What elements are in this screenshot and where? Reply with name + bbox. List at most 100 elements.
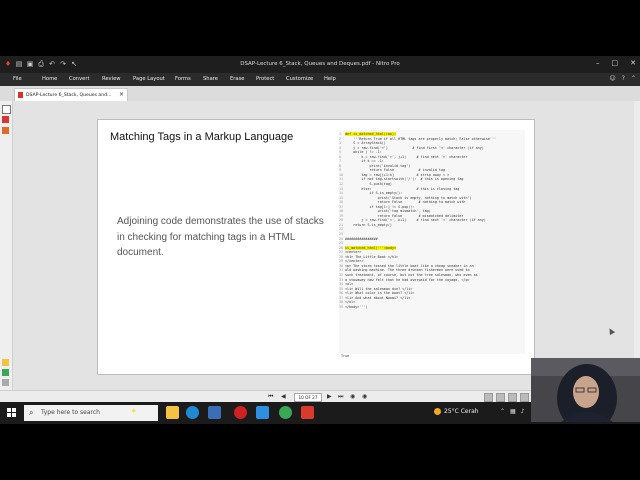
left-panel-strip [0, 101, 13, 395]
code-listing: 1 def is_matched_html(raw): 2 '''Return Tr… [339, 130, 525, 354]
single-page-view-icon[interactable] [484, 393, 493, 402]
help-icon[interactable]: ? [622, 75, 625, 82]
code-line-text: if k == -1: [345, 159, 384, 164]
code-line-text: such treatment, of course, but not the t… [345, 272, 478, 277]
attachments-icon[interactable] [2, 359, 9, 366]
signatures-icon[interactable] [2, 369, 9, 376]
code-line-text: print('Stack is empty, nothing to match … [345, 195, 472, 200]
view-mode-buttons [484, 393, 529, 402]
sparkle-icon[interactable]: ✦ [130, 406, 143, 419]
code-line-text: <center> [345, 250, 362, 255]
facing-view-icon[interactable] [508, 393, 517, 402]
menu-page-layout[interactable]: Page Layout [133, 76, 165, 82]
document-view[interactable]: Matching Tags in a Markup Language Adjoi… [13, 101, 640, 395]
code-line-text: <ol> [345, 282, 354, 287]
vscode-icon[interactable] [256, 406, 269, 419]
slide-title: Matching Tags in a Markup Language [110, 131, 294, 143]
tray-overflow-icon[interactable]: ⌃ [500, 408, 505, 415]
account-icon[interactable]: ☺ [610, 75, 616, 82]
code-line-text: a stowaway now felt that he had overpaid… [345, 277, 470, 282]
pages-panel-icon[interactable] [2, 105, 11, 114]
code-line-text: tag = raw[j+1:k] # strip away < > [345, 172, 450, 177]
nitro-icon[interactable] [301, 406, 314, 419]
code-line-text: if not tag.startswith('/'): # this is op… [345, 177, 464, 182]
slide-page: Matching Tags in a Markup Language Adjoi… [97, 119, 535, 375]
menu-customize[interactable]: Customize [286, 76, 313, 82]
code-line-text: old washing machine. The three drunken f… [345, 268, 470, 273]
code-line-text: return False # invalid tag [345, 168, 446, 173]
bookmarks-icon[interactable] [2, 116, 9, 123]
page-number-input[interactable]: 10 OF 27 [294, 393, 322, 402]
code-line-text: </body>''') [345, 304, 368, 309]
file-explorer-icon[interactable] [166, 406, 179, 419]
code-line-text: return S.is_empty() [345, 222, 392, 227]
menu-erase[interactable]: Erase [230, 76, 244, 82]
code-line-text: if tag[1:] != S.pop(): [345, 204, 415, 209]
code-line-text: <h1> The Little Boat </h1> [345, 254, 399, 259]
continuous-view-icon[interactable] [496, 393, 505, 402]
last-page-button[interactable]: ⏭ [338, 393, 343, 401]
previous-view-button[interactable]: ◉ [350, 393, 355, 400]
code-line-text: j = raw.find('<', k+1) # find next '<' c… [345, 218, 486, 223]
chrome-icon[interactable] [279, 406, 292, 419]
code-line-text: def is_matched_html(raw): [345, 132, 397, 136]
store-icon[interactable] [208, 406, 221, 419]
menu-file[interactable]: File [13, 76, 22, 82]
layers-icon[interactable] [2, 379, 9, 386]
network-icon[interactable]: ▦ [510, 408, 516, 415]
next-page-button[interactable]: ▶ [327, 393, 332, 400]
start-button[interactable] [7, 408, 17, 418]
code-line-text: S.push(tag) [345, 182, 392, 187]
volume-icon[interactable]: ♪ [521, 408, 525, 415]
system-tray: ⌃ ▦ ♪ [500, 408, 525, 415]
code-line-text: j = raw.find('<') # find first '<' chara… [345, 145, 484, 150]
code-line-text: ################ [345, 236, 378, 241]
code-line-text: <li> Will the salesman die? </li> [345, 286, 413, 291]
menu-home[interactable]: Home [42, 76, 57, 82]
search-placeholder: Type here to search [41, 409, 100, 416]
menu-protect[interactable]: Protect [256, 76, 274, 82]
code-line-text: else: # this is closing tag [345, 186, 460, 191]
menu-help[interactable]: Help [324, 76, 336, 82]
code-line-text: k = raw.find('>', j+1) # find next '>' c… [345, 154, 468, 159]
edge-icon[interactable] [186, 406, 199, 419]
code-line-text: <p> The storm tossed the little boat lik… [345, 263, 474, 268]
menu-convert[interactable]: Convert [69, 76, 90, 82]
vertical-scrollbar[interactable] [634, 101, 640, 395]
close-window-button[interactable]: ✕ [630, 59, 636, 67]
title-bar: ♦ ▤ ▣ ⎙ ↶ ↷ ↖ DSAP-Lecture 6_Stack, Queu… [0, 56, 640, 73]
windows-logo-icon [7, 408, 11, 412]
previous-page-button[interactable]: ◀ [281, 393, 286, 400]
window-controls: – □ ✕ [596, 59, 636, 67]
document-tab-row: DSAP-Lecture 6_Stack, Queues and... × [0, 86, 640, 102]
code-line-text: S = ArrayStack() [345, 141, 386, 146]
record-icon[interactable] [234, 406, 247, 419]
webcam-overlay [531, 358, 640, 422]
comments-icon[interactable] [2, 127, 9, 134]
slide-body-text: Adjoining code demonstrates the use of s… [117, 216, 324, 258]
weather-widget[interactable]: 25°C Cerah [434, 408, 479, 415]
menu-share[interactable]: Share [203, 76, 218, 82]
code-line-text: print('invalid tag') [345, 163, 411, 168]
menu-review[interactable]: Review [102, 76, 121, 82]
code-line-text: <li> And what about Naomi? </li> [345, 295, 411, 300]
ribbon-toggle-icon[interactable]: ⌃ [631, 75, 636, 82]
code-line-text: </ol> [345, 300, 356, 305]
first-page-button[interactable]: ⏮ [268, 393, 273, 401]
code-output: True [341, 354, 350, 358]
facing-continuous-view-icon[interactable] [520, 393, 529, 402]
code-line-text: '''Return True if all HTML tags are prop… [345, 136, 497, 141]
code-line-text: if S.is_empty(): [345, 191, 403, 196]
next-view-button[interactable]: ◉ [362, 393, 367, 400]
menu-forms[interactable]: Forms [175, 76, 191, 82]
document-tab[interactable]: DSAP-Lecture 6_Stack, Queues and... × [14, 88, 128, 101]
code-line-text: print('tag mismatch', tag) [345, 209, 431, 214]
code-line-text: is_matched_html('''<body> [345, 245, 397, 250]
minimize-button[interactable]: – [596, 59, 600, 67]
sun-icon [434, 408, 441, 415]
document-tab-label: DSAP-Lecture 6_Stack, Queues and... [26, 92, 112, 98]
code-line-text: <li> What color is the boat? </li> [345, 291, 415, 296]
close-tab-button[interactable]: × [119, 91, 124, 98]
maximize-button[interactable]: □ [612, 59, 619, 67]
code-line-text: while j != -1: [345, 150, 382, 155]
